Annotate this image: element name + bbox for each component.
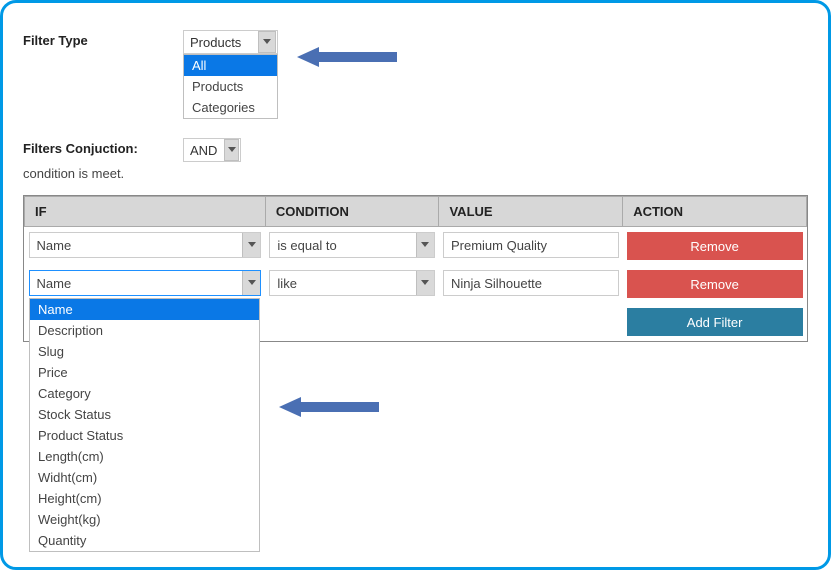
filter-type-option-all[interactable]: All (184, 55, 277, 76)
filter-type-option-categories[interactable]: Categories (184, 97, 277, 118)
filter-type-label: Filter Type (23, 30, 183, 48)
if-option[interactable]: Stock Status (30, 404, 259, 425)
if-option[interactable]: Category (30, 383, 259, 404)
remove-button[interactable]: Remove (627, 232, 803, 260)
chevron-down-icon (242, 271, 260, 295)
if-option[interactable]: Description (30, 320, 259, 341)
header-action: ACTION (623, 197, 807, 227)
if-option[interactable]: Product Status (30, 425, 259, 446)
condition-value: is equal to (270, 238, 416, 253)
rules-header-row: IF CONDITION VALUE ACTION (25, 197, 807, 227)
filter-type-row: Filter Type Products All Products Catego… (23, 30, 808, 54)
conjunction-row: Filters Conjuction: AND (23, 138, 808, 162)
conjunction-selected: AND (184, 143, 223, 158)
add-filter-button[interactable]: Add Filter (627, 308, 803, 336)
if-select[interactable]: Name (29, 270, 262, 296)
value-input[interactable] (443, 270, 619, 296)
annotation-arrow-icon (297, 47, 397, 67)
if-select[interactable]: Name (29, 232, 262, 258)
if-value: Name (30, 238, 243, 253)
filter-type-select[interactable]: Products (183, 30, 278, 54)
header-condition: CONDITION (265, 197, 439, 227)
if-option[interactable]: Quantity (30, 530, 259, 551)
chevron-down-icon (258, 31, 276, 53)
condition-select[interactable]: is equal to (269, 232, 435, 258)
if-option[interactable]: Length(cm) (30, 446, 259, 467)
if-option[interactable]: Name (30, 299, 259, 320)
if-option[interactable]: Price (30, 362, 259, 383)
table-row: Name is equal to Remove (25, 227, 807, 266)
if-option[interactable]: Height(cm) (30, 488, 259, 509)
if-dropdown[interactable]: Name Description Slug Price Category Sto… (29, 298, 260, 552)
header-value: VALUE (439, 197, 623, 227)
filter-type-select-wrap: Products All Products Categories (183, 30, 278, 54)
if-value: Name (30, 276, 243, 291)
settings-panel: Filter Type Products All Products Catego… (0, 0, 831, 570)
header-if: IF (25, 197, 266, 227)
if-option[interactable]: Slug (30, 341, 259, 362)
filter-type-dropdown[interactable]: All Products Categories (183, 54, 278, 119)
conjunction-hint: condition is meet. (23, 166, 808, 181)
conjunction-label: Filters Conjuction: (23, 138, 183, 156)
condition-value: like (270, 276, 416, 291)
value-input[interactable] (443, 232, 619, 258)
chevron-down-icon (224, 139, 239, 161)
filter-type-option-products[interactable]: Products (184, 76, 277, 97)
condition-select[interactable]: like (269, 270, 435, 296)
if-option[interactable]: Widht(cm) (30, 467, 259, 488)
chevron-down-icon (416, 233, 434, 257)
chevron-down-icon (416, 271, 434, 295)
chevron-down-icon (242, 233, 260, 257)
annotation-arrow-icon (279, 397, 379, 417)
remove-button[interactable]: Remove (627, 270, 803, 298)
conjunction-select[interactable]: AND (183, 138, 241, 162)
rules-table-wrap: IF CONDITION VALUE ACTION Name (23, 195, 808, 342)
filter-type-selected: Products (184, 35, 257, 50)
if-option[interactable]: Weight(kg) (30, 509, 259, 530)
